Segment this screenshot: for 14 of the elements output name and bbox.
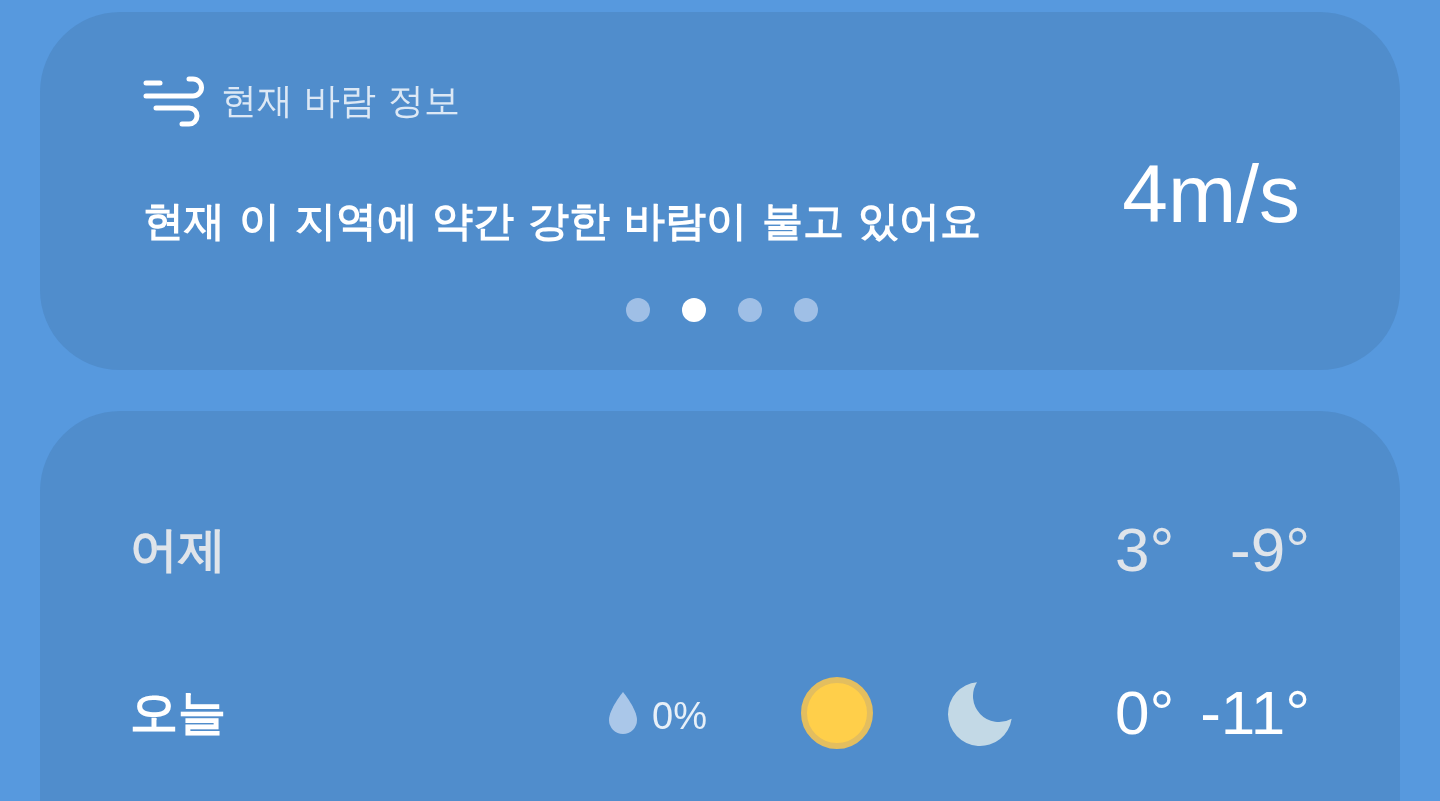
- day-label: 오늘: [130, 684, 227, 742]
- high-temperature: 0°: [1115, 678, 1175, 748]
- wind-message: 현재 이 지역에 약간 강한 바람이 불고 있어요: [143, 197, 981, 247]
- sun-icon: [801, 677, 873, 749]
- low-temperature: -11°: [1200, 678, 1310, 748]
- moon-icon: [947, 679, 1013, 747]
- wind-icon: [143, 75, 207, 127]
- wind-speed: 4m/s: [1122, 153, 1300, 235]
- high-temperature: 3°: [1115, 515, 1175, 585]
- low-temperature: -9°: [1230, 515, 1310, 585]
- card-title: 현재 바람 정보: [221, 79, 460, 123]
- precipitation-chance: 0%: [652, 696, 707, 738]
- raindrop-icon: [607, 691, 639, 735]
- day-label: 어제: [130, 521, 227, 579]
